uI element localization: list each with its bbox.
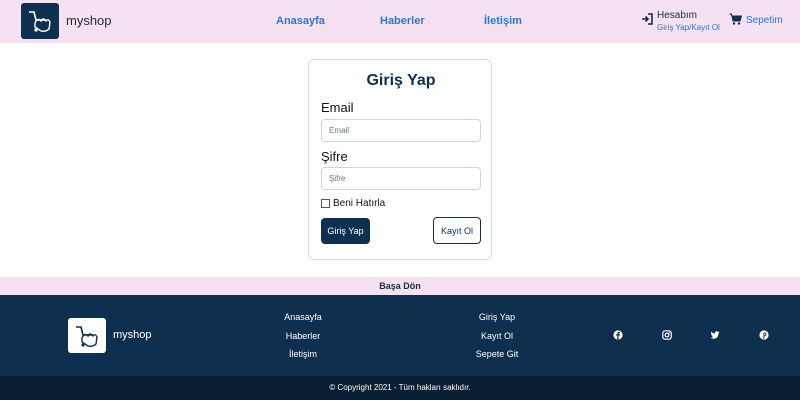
nav-iletisim[interactable]: İletişim <box>484 15 522 27</box>
sign-in-icon <box>642 13 653 25</box>
pinterest-icon[interactable] <box>759 330 769 340</box>
footer-logo[interactable] <box>68 318 106 353</box>
copyright-text: © Copyright 2021 - Tüm hakları saklıdır. <box>0 376 800 400</box>
footer-link-iletisim[interactable]: İletişim <box>263 349 343 359</box>
footer-link-register[interactable]: Kayıt Ol <box>457 331 537 341</box>
footer-brand: myshop <box>113 329 152 341</box>
login-button[interactable]: Giriş Yap <box>321 218 370 244</box>
nav-anasayfa[interactable]: Anasayfa <box>276 15 325 27</box>
footer-link-anasayfa[interactable]: Anasayfa <box>263 312 343 322</box>
remember-checkbox[interactable] <box>321 199 330 208</box>
brand-name[interactable]: myshop <box>66 13 112 28</box>
email-label: Email <box>321 100 354 115</box>
facebook-icon[interactable] <box>613 330 623 340</box>
email-field[interactable] <box>321 119 481 142</box>
password-field[interactable] <box>321 167 481 190</box>
register-button[interactable]: Kayıt Ol <box>433 217 481 244</box>
hand-cart-icon <box>29 11 51 32</box>
top-navbar: myshop Anasayfa Haberler İletişim Hesabı… <box>0 0 800 43</box>
back-to-top-link[interactable]: Başa Dön <box>0 277 800 295</box>
footer-link-login[interactable]: Giriş Yap <box>457 312 537 322</box>
footer-link-cart[interactable]: Sepete Git <box>457 349 537 359</box>
cart-icon[interactable] <box>729 13 742 25</box>
cart-link[interactable]: Sepetim <box>746 15 783 26</box>
footer: myshop Anasayfa Haberler İletişim Giriş … <box>0 295 800 376</box>
login-register-link[interactable]: Giriş Yap/Kayıt Ol <box>657 23 720 32</box>
nav-haberler[interactable]: Haberler <box>380 15 425 27</box>
remember-label[interactable]: Beni Hatırla <box>333 198 385 209</box>
password-label: Şifre <box>321 149 348 164</box>
instagram-icon[interactable] <box>662 330 672 340</box>
footer-link-haberler[interactable]: Haberler <box>263 331 343 341</box>
twitter-icon[interactable] <box>710 330 720 340</box>
logo[interactable] <box>21 3 59 39</box>
login-card: Giriş Yap Email Şifre Beni Hatırla Giriş… <box>308 59 492 260</box>
login-title: Giriş Yap <box>366 72 436 89</box>
account-title: Hesabım <box>657 10 698 21</box>
hand-cart-icon <box>76 325 98 347</box>
